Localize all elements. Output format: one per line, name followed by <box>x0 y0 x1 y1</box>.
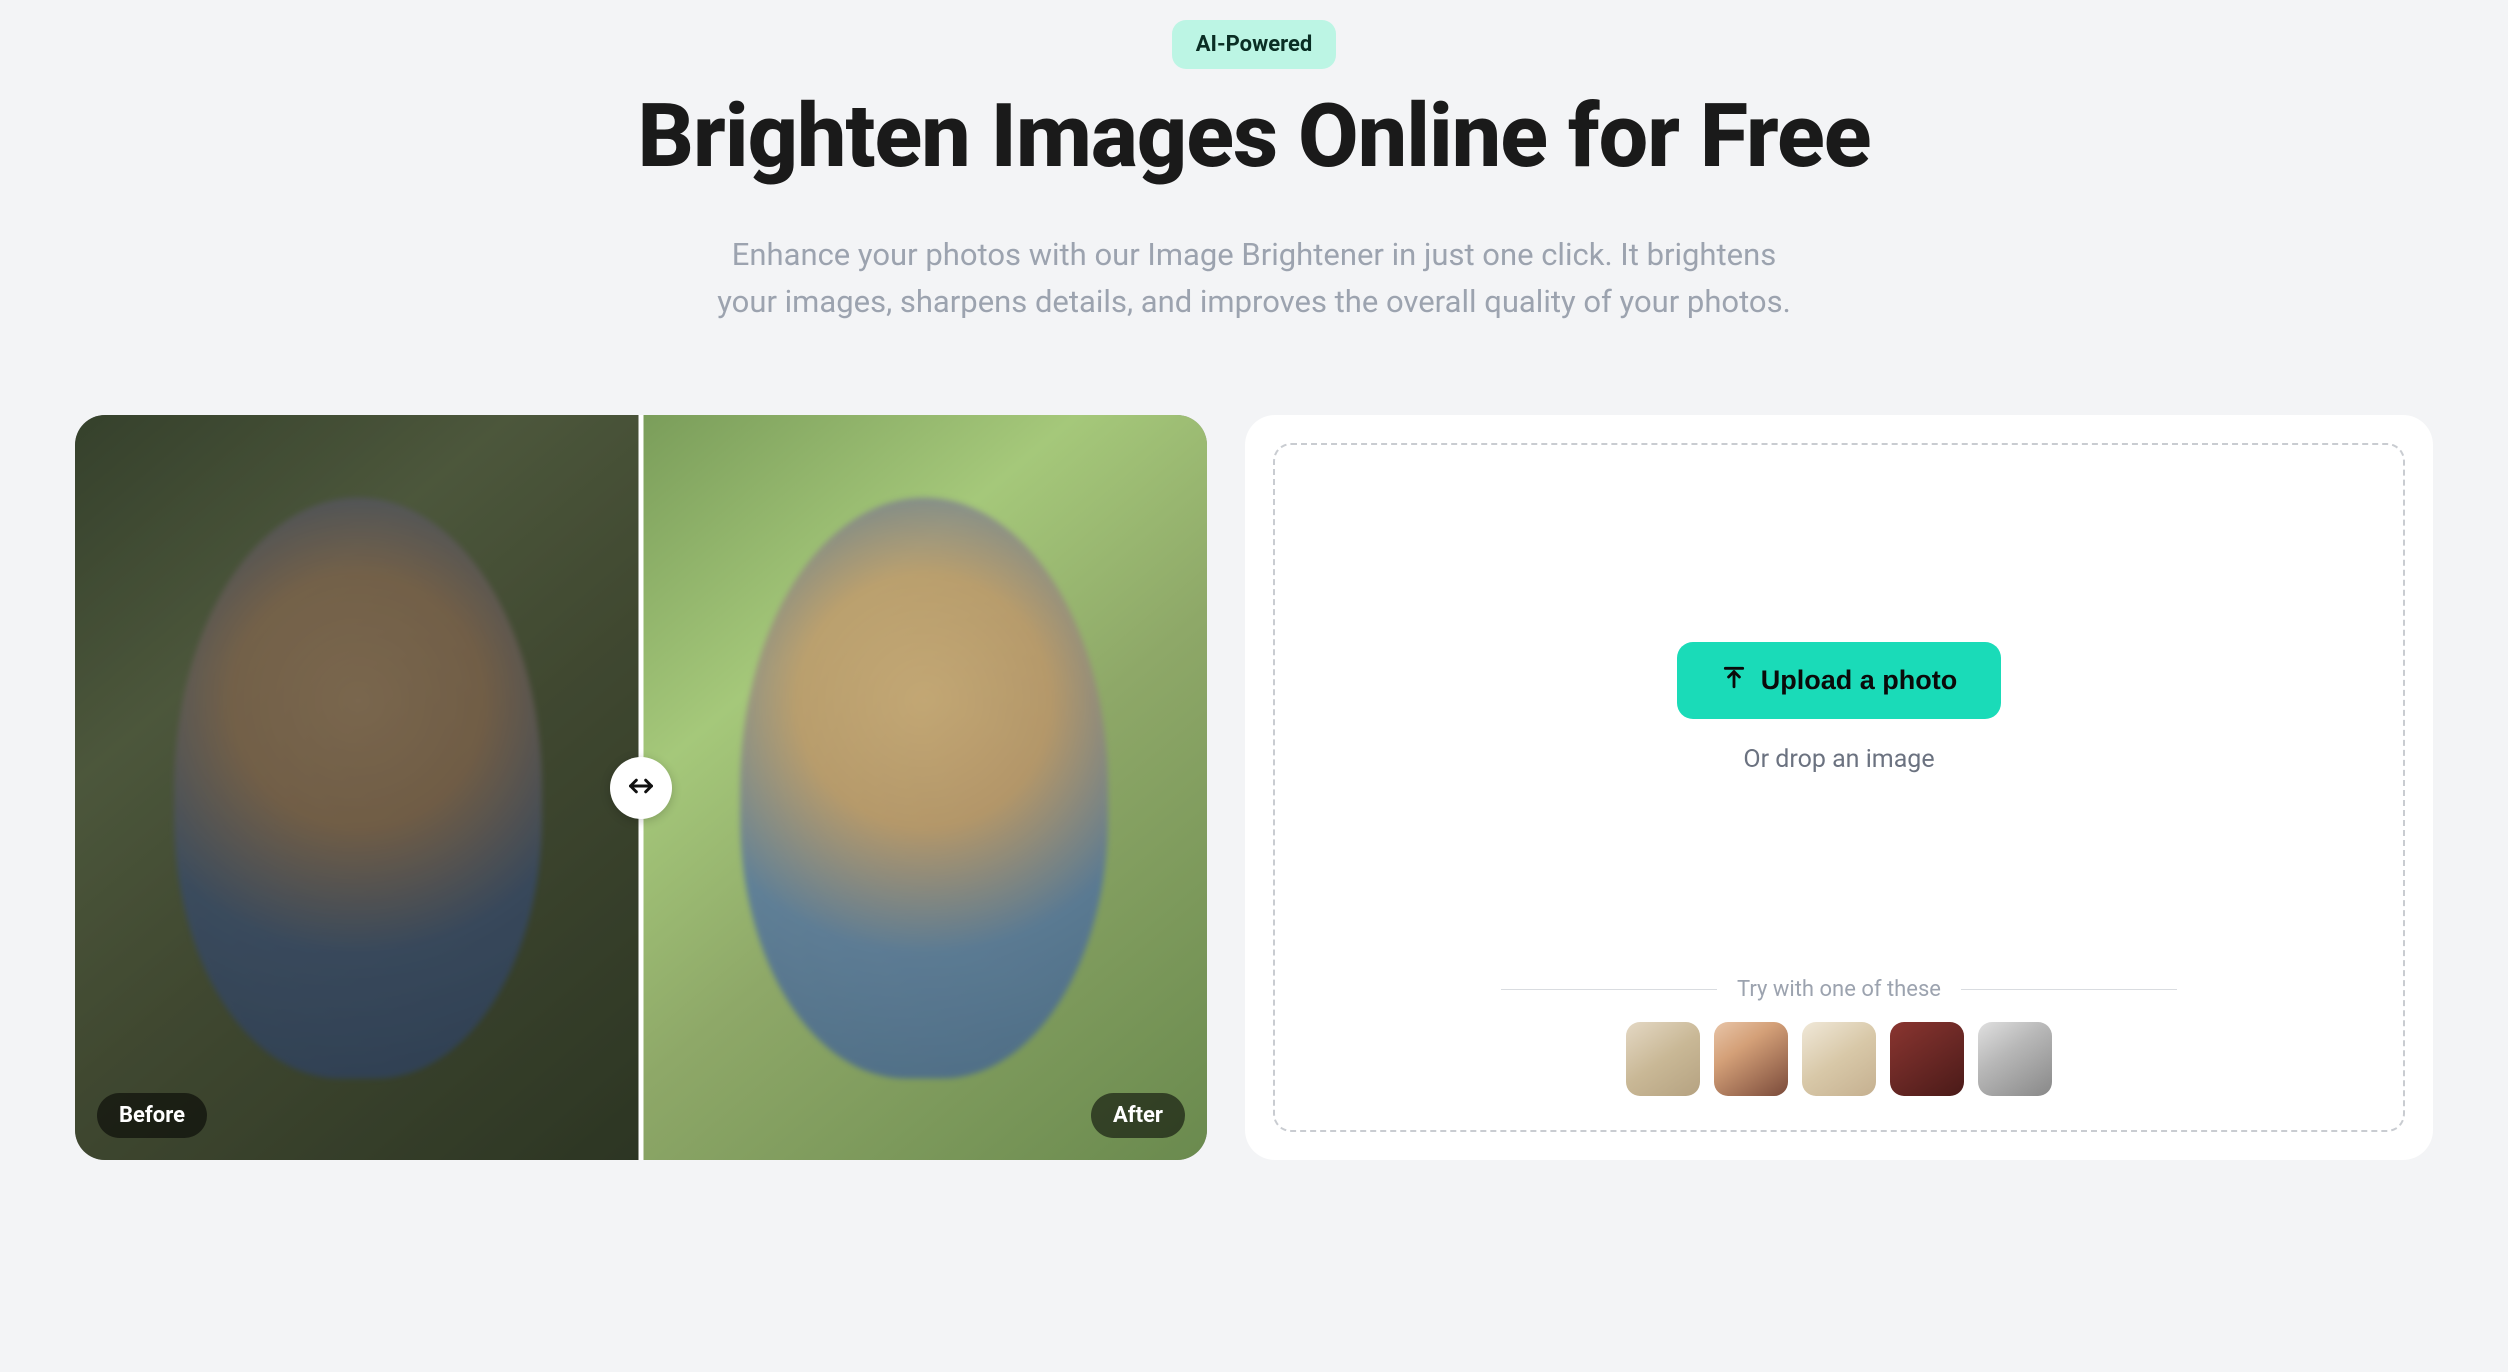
before-image <box>75 415 641 1160</box>
arrows-horizontal-icon <box>627 772 655 804</box>
sample-thumb-4[interactable] <box>1890 1022 1964 1096</box>
sample-thumbnails <box>1626 1022 2052 1096</box>
sample-thumb-2[interactable] <box>1714 1022 1788 1096</box>
upload-button[interactable]: Upload a photo <box>1677 642 2001 719</box>
drop-hint-text: Or drop an image <box>1743 745 1934 774</box>
sample-thumb-3[interactable] <box>1802 1022 1876 1096</box>
page-header: AI-Powered Brighten Images Online for Fr… <box>75 20 2433 325</box>
sample-thumb-5[interactable] <box>1978 1022 2052 1096</box>
content-row: Before After Upload a photo Or drop an i… <box>75 415 2433 1160</box>
ai-badge: AI-Powered <box>1172 20 1337 69</box>
upload-icon <box>1721 664 1747 697</box>
after-label: After <box>1091 1093 1185 1138</box>
before-label: Before <box>97 1093 207 1138</box>
upload-card: Upload a photo Or drop an image Try with… <box>1245 415 2433 1160</box>
upload-button-label: Upload a photo <box>1761 665 1957 696</box>
sample-thumb-1[interactable] <box>1626 1022 1700 1096</box>
page-subtitle: Enhance your photos with our Image Brigh… <box>704 232 1804 325</box>
upload-dropzone[interactable]: Upload a photo Or drop an image Try with… <box>1273 443 2405 1132</box>
before-after-comparison[interactable]: Before After <box>75 415 1207 1160</box>
page-title: Brighten Images Online for Free <box>75 89 2433 184</box>
samples-label: Try with one of these <box>1737 977 1941 1002</box>
samples-section: Try with one of these <box>1275 977 2403 1096</box>
comparison-slider-handle[interactable] <box>610 757 672 819</box>
after-image <box>641 415 1207 1160</box>
